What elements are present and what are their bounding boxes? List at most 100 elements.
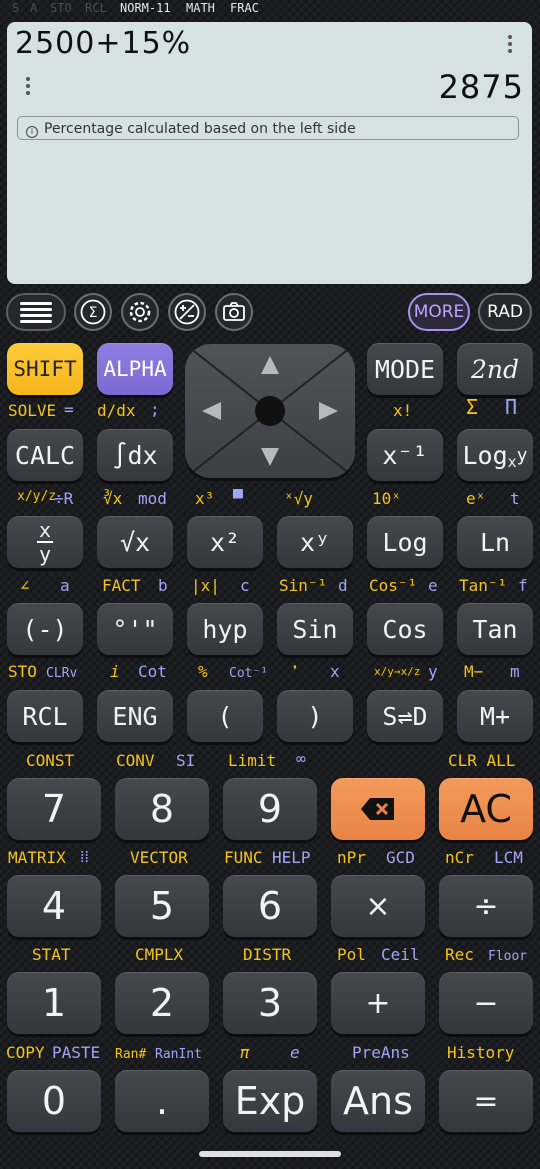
label-i: i bbox=[110, 662, 120, 681]
label-sin-inv: Sin⁻¹ bbox=[279, 576, 328, 595]
label-clr-all: CLR ALL bbox=[448, 751, 516, 770]
shift-key[interactable]: SHIFT bbox=[7, 343, 83, 395]
label-cube: x³ bbox=[195, 489, 215, 508]
label-angle: ∠ bbox=[20, 576, 30, 595]
label-pi-product: Π bbox=[505, 395, 518, 419]
left-paren-key[interactable]: ( bbox=[187, 690, 263, 742]
label-clrv: CLRv bbox=[46, 666, 78, 681]
home-indicator[interactable] bbox=[199, 1151, 341, 1157]
label-conv: CONV bbox=[116, 751, 155, 770]
inverse-key[interactable]: x⁻¹ bbox=[367, 429, 443, 481]
label-infinity: ∞ bbox=[296, 749, 306, 768]
label-y: y bbox=[428, 662, 438, 681]
key-0[interactable]: 0 bbox=[7, 1070, 101, 1132]
key-6[interactable]: 6 bbox=[223, 875, 317, 937]
dms-key[interactable]: °'" bbox=[97, 603, 173, 655]
key-5[interactable]: 5 bbox=[115, 875, 209, 937]
label-ddx: d/dx bbox=[97, 401, 136, 420]
ln-key[interactable]: Ln bbox=[457, 516, 533, 568]
label-ten-x: 10ˣ bbox=[372, 489, 401, 508]
fraction-key[interactable]: x y bbox=[7, 516, 83, 568]
label-comma: ❜ bbox=[290, 662, 300, 681]
label-cmplx: CMPLX bbox=[135, 945, 184, 964]
result-menu-icon[interactable] bbox=[25, 74, 31, 98]
calc-key[interactable]: CALC bbox=[7, 429, 83, 481]
tan-key[interactable]: Tan bbox=[457, 603, 533, 655]
backspace-key[interactable] bbox=[331, 778, 425, 840]
label-npr: nPr bbox=[337, 848, 366, 867]
label-d: d bbox=[338, 576, 348, 595]
label-c: c bbox=[240, 576, 250, 595]
exp-key[interactable]: Exp bbox=[223, 1070, 317, 1132]
key-1[interactable]: 1 bbox=[7, 972, 101, 1034]
svg-text:Σ: Σ bbox=[89, 305, 98, 321]
label-solve: SOLVE bbox=[8, 401, 57, 420]
notice-text: Percentage calculated based on the left … bbox=[44, 121, 356, 137]
negative-key[interactable]: (-) bbox=[7, 603, 83, 655]
key-8[interactable]: 8 bbox=[115, 778, 209, 840]
ac-key[interactable]: AC bbox=[439, 778, 533, 840]
plus-minus-button[interactable] bbox=[168, 293, 206, 331]
label-si: SI bbox=[176, 751, 196, 770]
log-key[interactable]: Log bbox=[367, 516, 443, 568]
mode-key[interactable]: MODE bbox=[367, 343, 443, 395]
label-matrix: MATRIX bbox=[8, 848, 66, 867]
calculator-display[interactable]: 2500+15% 2875 i Percentage calculated bas… bbox=[7, 22, 532, 284]
multiply-key[interactable]: × bbox=[331, 875, 425, 937]
sin-key[interactable]: Sin bbox=[277, 603, 353, 655]
rcl-key[interactable]: RCL bbox=[7, 690, 83, 742]
label-m: m bbox=[510, 662, 520, 681]
label-help: HELP bbox=[272, 848, 311, 867]
label-mminus: M− bbox=[464, 662, 484, 681]
info-icon: i bbox=[26, 126, 38, 138]
label-xrooty: ˣ√y bbox=[284, 489, 313, 508]
divide-key[interactable]: ÷ bbox=[439, 875, 533, 937]
equals-key[interactable]: = bbox=[439, 1070, 533, 1132]
label-xyconv: x/y→x/z bbox=[374, 665, 421, 678]
expression-menu-icon[interactable] bbox=[507, 32, 513, 56]
sum-button[interactable]: Σ bbox=[74, 293, 112, 331]
key-2[interactable]: 2 bbox=[115, 972, 209, 1034]
menu-button[interactable] bbox=[6, 293, 66, 331]
expression-text[interactable]: 2500+15% bbox=[15, 26, 191, 61]
more-button[interactable]: MORE bbox=[408, 293, 470, 331]
label-func: FUNC bbox=[224, 848, 263, 867]
plus-key[interactable]: + bbox=[331, 972, 425, 1034]
label-vector: VECTOR bbox=[130, 848, 188, 867]
second-key[interactable]: 2nd bbox=[457, 343, 533, 395]
settings-button[interactable] bbox=[121, 293, 159, 331]
minus-key[interactable]: − bbox=[439, 972, 533, 1034]
rad-button[interactable]: RAD bbox=[478, 293, 532, 331]
label-paste: PASTE bbox=[52, 1043, 101, 1062]
right-paren-key[interactable]: ) bbox=[277, 690, 353, 742]
ans-key[interactable]: Ans bbox=[331, 1070, 425, 1132]
hyp-key[interactable]: hyp bbox=[187, 603, 263, 655]
direction-pad[interactable] bbox=[185, 344, 355, 478]
label-f: f bbox=[518, 576, 528, 595]
decimal-key[interactable]: . bbox=[115, 1070, 209, 1132]
backspace-icon bbox=[361, 798, 394, 820]
integral-key[interactable]: ∫dx bbox=[97, 429, 173, 481]
sqrt-key[interactable]: √x bbox=[97, 516, 173, 568]
label-copy: COPY bbox=[6, 1043, 45, 1062]
fraction-denominator: y bbox=[38, 542, 52, 566]
sd-key[interactable]: S⇌D bbox=[367, 690, 443, 742]
label-a: a bbox=[60, 576, 70, 595]
label-ceil: Ceil bbox=[381, 945, 420, 964]
label-limit: Limit bbox=[228, 751, 277, 770]
key-9[interactable]: 9 bbox=[223, 778, 317, 840]
key-4[interactable]: 4 bbox=[7, 875, 101, 937]
logxy-key[interactable]: Log x y bbox=[457, 429, 533, 481]
label-cos-inv: Cos⁻¹ bbox=[369, 576, 418, 595]
camera-icon bbox=[223, 302, 245, 321]
alpha-key[interactable]: ALPHA bbox=[97, 343, 173, 395]
square-key[interactable]: x² bbox=[187, 516, 263, 568]
key-3[interactable]: 3 bbox=[223, 972, 317, 1034]
mplus-key[interactable]: M+ bbox=[457, 690, 533, 742]
power-key[interactable]: xʸ bbox=[277, 516, 353, 568]
cos-key[interactable]: Cos bbox=[367, 603, 443, 655]
label-const: CONST bbox=[26, 751, 75, 770]
eng-key[interactable]: ENG bbox=[97, 690, 173, 742]
camera-button[interactable] bbox=[215, 293, 253, 331]
key-7[interactable]: 7 bbox=[7, 778, 101, 840]
